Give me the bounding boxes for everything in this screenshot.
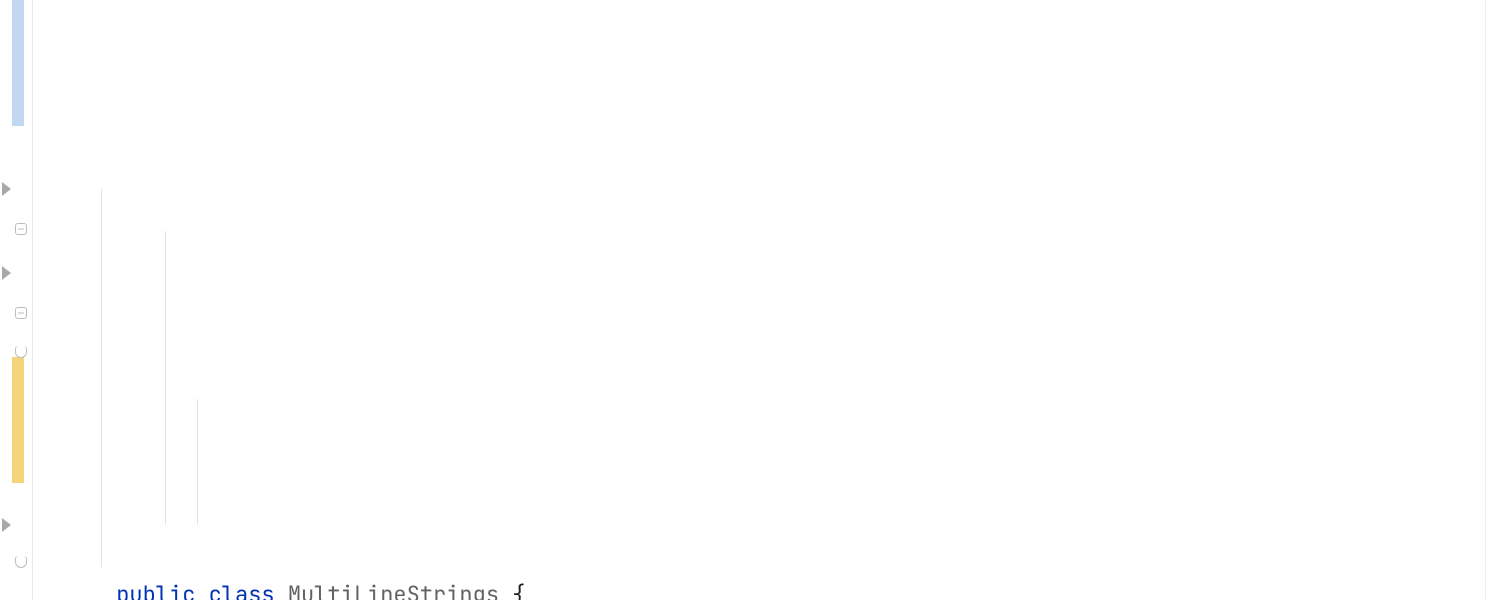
code-line: public class MultiLineStrings { — [33, 532, 1500, 574]
fold-collapse-icon[interactable] — [15, 307, 27, 319]
gutter-row[interactable] — [0, 294, 32, 336]
gutter-row — [0, 588, 32, 600]
code-line — [33, 203, 1500, 245]
run-icon[interactable] — [2, 518, 11, 532]
indent-guide — [165, 231, 166, 525]
indent-guide — [101, 189, 102, 567]
fold-end-icon[interactable] — [15, 346, 27, 358]
keyword: class — [209, 580, 275, 600]
gutter-row — [0, 378, 32, 420]
fold-end-icon[interactable] — [15, 556, 27, 568]
brace-open: { — [512, 580, 525, 600]
keyword: public — [116, 580, 195, 600]
right-margin-scrollbar[interactable] — [1485, 0, 1500, 600]
code-line — [33, 303, 1500, 345]
run-icon[interactable] — [2, 266, 11, 280]
gutter-row[interactable] — [0, 252, 32, 294]
gutter-row — [0, 0, 32, 42]
gutter[interactable] — [0, 0, 33, 600]
gutter-row — [0, 420, 32, 462]
gutter-row — [0, 84, 32, 126]
code-line — [33, 403, 1500, 445]
gutter-row[interactable] — [0, 504, 32, 546]
gutter-row — [0, 42, 32, 84]
gutter-row[interactable] — [0, 210, 32, 252]
gutter-row[interactable] — [0, 336, 32, 378]
run-icon[interactable] — [2, 182, 11, 196]
gutter-row — [0, 126, 32, 168]
gutter-row[interactable] — [0, 546, 32, 588]
class-name: MultiLineStrings — [288, 580, 499, 600]
gutter-row — [0, 462, 32, 504]
fold-collapse-icon[interactable] — [15, 223, 27, 235]
code-area[interactable]: public class MultiLineStrings { public v… — [33, 0, 1500, 600]
code-editor[interactable]: public class MultiLineStrings { public v… — [0, 0, 1500, 600]
gutter-row[interactable] — [0, 168, 32, 210]
